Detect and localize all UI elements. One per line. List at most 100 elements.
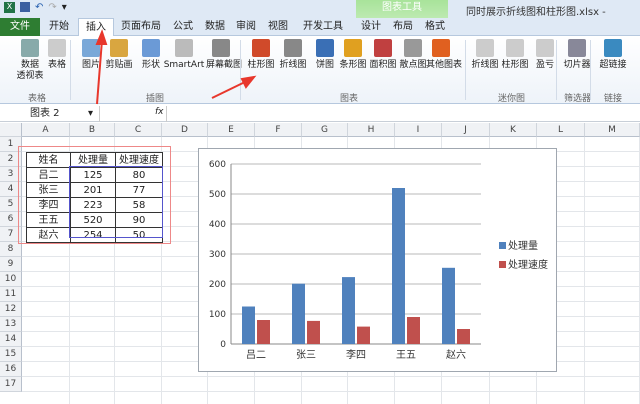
- table-cell[interactable]: 80: [115, 167, 163, 183]
- tab-8[interactable]: 开发工具: [296, 18, 350, 36]
- bar-处理速度-赵六: [457, 329, 470, 344]
- row-header-3[interactable]: 3: [0, 167, 22, 182]
- column-header-H[interactable]: H: [348, 123, 395, 137]
- column-header-G[interactable]: G: [302, 123, 348, 137]
- column-header-K[interactable]: K: [490, 123, 537, 137]
- x-tick-label: 王五: [396, 350, 416, 361]
- table-cell[interactable]: 张三: [26, 182, 71, 198]
- row-header-10[interactable]: 10: [0, 272, 22, 287]
- table-header-cell[interactable]: 姓名: [26, 152, 71, 168]
- table-cell[interactable]: 520: [70, 212, 116, 228]
- ribbon-button-pie-chart[interactable]: 饼图: [310, 39, 340, 71]
- ribbon-button-label: 柱形图: [247, 60, 275, 70]
- row-header-12[interactable]: 12: [0, 302, 22, 317]
- save-icon[interactable]: [20, 2, 30, 12]
- ribbon-button-hyperlink[interactable]: 超链接: [598, 39, 628, 71]
- tab-9[interactable]: 设计: [356, 18, 386, 36]
- column-header-D[interactable]: D: [162, 123, 208, 137]
- table-cell[interactable]: 77: [115, 182, 163, 198]
- tab-4[interactable]: 公式: [168, 18, 198, 36]
- screenshot-icon: [212, 39, 230, 57]
- undo-icon[interactable]: ↶: [35, 2, 43, 13]
- row-header-1[interactable]: 1: [0, 137, 22, 152]
- tab-2[interactable]: 插入: [78, 18, 114, 36]
- tab-0[interactable]: 文件: [0, 18, 40, 36]
- select-all[interactable]: [0, 123, 22, 137]
- row-header-4[interactable]: 4: [0, 182, 22, 197]
- ribbon-button-sparkline-line[interactable]: 折线图: [470, 39, 500, 71]
- column-header-L[interactable]: L: [537, 123, 585, 137]
- column-header-M[interactable]: M: [585, 123, 640, 137]
- table-cell[interactable]: 254: [70, 227, 116, 243]
- tab-7[interactable]: 视图: [262, 18, 294, 36]
- table-cell[interactable]: 125: [70, 167, 116, 183]
- column-header-F[interactable]: F: [255, 123, 302, 137]
- ribbon-button-column-chart[interactable]: 柱形图: [246, 39, 276, 71]
- tab-1[interactable]: 开始: [42, 18, 76, 36]
- column-header-I[interactable]: I: [395, 123, 442, 137]
- legend-swatch: [499, 261, 506, 268]
- formula-input[interactable]: [166, 106, 640, 122]
- table-cell[interactable]: 吕二: [26, 167, 71, 183]
- table-cell[interactable]: 223: [70, 197, 116, 213]
- ribbon-button-clipart[interactable]: 剪贴画: [104, 39, 134, 71]
- tab-10[interactable]: 布局: [388, 18, 418, 36]
- ribbon-button-bar-chart[interactable]: 条形图: [338, 39, 368, 71]
- column-header-C[interactable]: C: [115, 123, 162, 137]
- name-box[interactable]: 图表 2: [0, 106, 100, 122]
- ribbon-button-line-chart[interactable]: 折线图: [278, 39, 308, 71]
- table-cell[interactable]: 201: [70, 182, 116, 198]
- ribbon-button-scatter-chart[interactable]: 散点图: [398, 39, 428, 71]
- row-header-11[interactable]: 11: [0, 287, 22, 302]
- row-header-13[interactable]: 13: [0, 317, 22, 332]
- gridline: [22, 391, 640, 392]
- table-cell[interactable]: 王五: [26, 212, 71, 228]
- row-header-16[interactable]: 16: [0, 362, 22, 377]
- ribbon-button-screenshot[interactable]: 屏幕截图: [206, 39, 242, 71]
- table-cell[interactable]: 90: [115, 212, 163, 228]
- ribbon-button-sparkline-column[interactable]: 柱形图: [500, 39, 530, 71]
- redo-icon[interactable]: ↷: [48, 2, 56, 13]
- ribbon-button-table[interactable]: 表格: [42, 39, 72, 71]
- ribbon-button-area-chart[interactable]: 面积图: [368, 39, 398, 71]
- table-header-cell[interactable]: 处理量: [70, 152, 116, 168]
- ribbon-separator: [70, 40, 71, 100]
- row-header-8[interactable]: 8: [0, 242, 22, 257]
- row-header-7[interactable]: 7: [0, 227, 22, 242]
- tab-5[interactable]: 数据: [200, 18, 230, 36]
- column-header-B[interactable]: B: [70, 123, 115, 137]
- ribbon-button-other-charts[interactable]: 其他图表: [426, 39, 462, 71]
- tab-6[interactable]: 审阅: [232, 18, 260, 36]
- row-header-6[interactable]: 6: [0, 212, 22, 227]
- bar-处理速度-吕二: [257, 320, 270, 344]
- table-cell[interactable]: 58: [115, 197, 163, 213]
- column-header-E[interactable]: E: [208, 123, 255, 137]
- x-tick-label: 张三: [296, 349, 316, 361]
- ribbon-button-smartart[interactable]: SmartArt: [162, 39, 206, 71]
- row-header-17[interactable]: 17: [0, 377, 22, 392]
- table-cell[interactable]: 赵六: [26, 227, 71, 243]
- tab-11[interactable]: 格式: [420, 18, 450, 36]
- row-header-9[interactable]: 9: [0, 257, 22, 272]
- table-cell[interactable]: 李四: [26, 197, 71, 213]
- other-charts-icon: [432, 39, 450, 57]
- row-header-2[interactable]: 2: [0, 152, 22, 167]
- excel-icon: X: [4, 2, 15, 13]
- tab-3[interactable]: 页面布局: [116, 18, 166, 36]
- column-header-J[interactable]: J: [442, 123, 490, 137]
- y-tick-label: 600: [209, 160, 226, 170]
- chart[interactable]: 0 100 200 300 400 500 600 吕二 张三 李四 王五 赵六 处理量 处理速度: [198, 148, 557, 372]
- bar-chart-icon: [344, 39, 362, 57]
- ribbon-button-picture[interactable]: 图片: [76, 39, 106, 71]
- customize-icon[interactable]: ▾: [62, 2, 67, 13]
- row-header-15[interactable]: 15: [0, 347, 22, 362]
- ribbon-tabs: 文件 开始 插入 页面布局 公式 数据 审阅 视图 开发工具 设计 布局 格式: [0, 18, 640, 36]
- fx-icon[interactable]: fx: [155, 107, 164, 117]
- column-header-A[interactable]: A: [22, 123, 70, 137]
- ribbon-button-slicer[interactable]: 切片器: [562, 39, 592, 71]
- pivot-table-icon: [21, 39, 39, 57]
- row-header-14[interactable]: 14: [0, 332, 22, 347]
- table-cell[interactable]: 50: [115, 227, 163, 243]
- table-header-cell[interactable]: 处理速度: [115, 152, 163, 168]
- row-header-5[interactable]: 5: [0, 197, 22, 212]
